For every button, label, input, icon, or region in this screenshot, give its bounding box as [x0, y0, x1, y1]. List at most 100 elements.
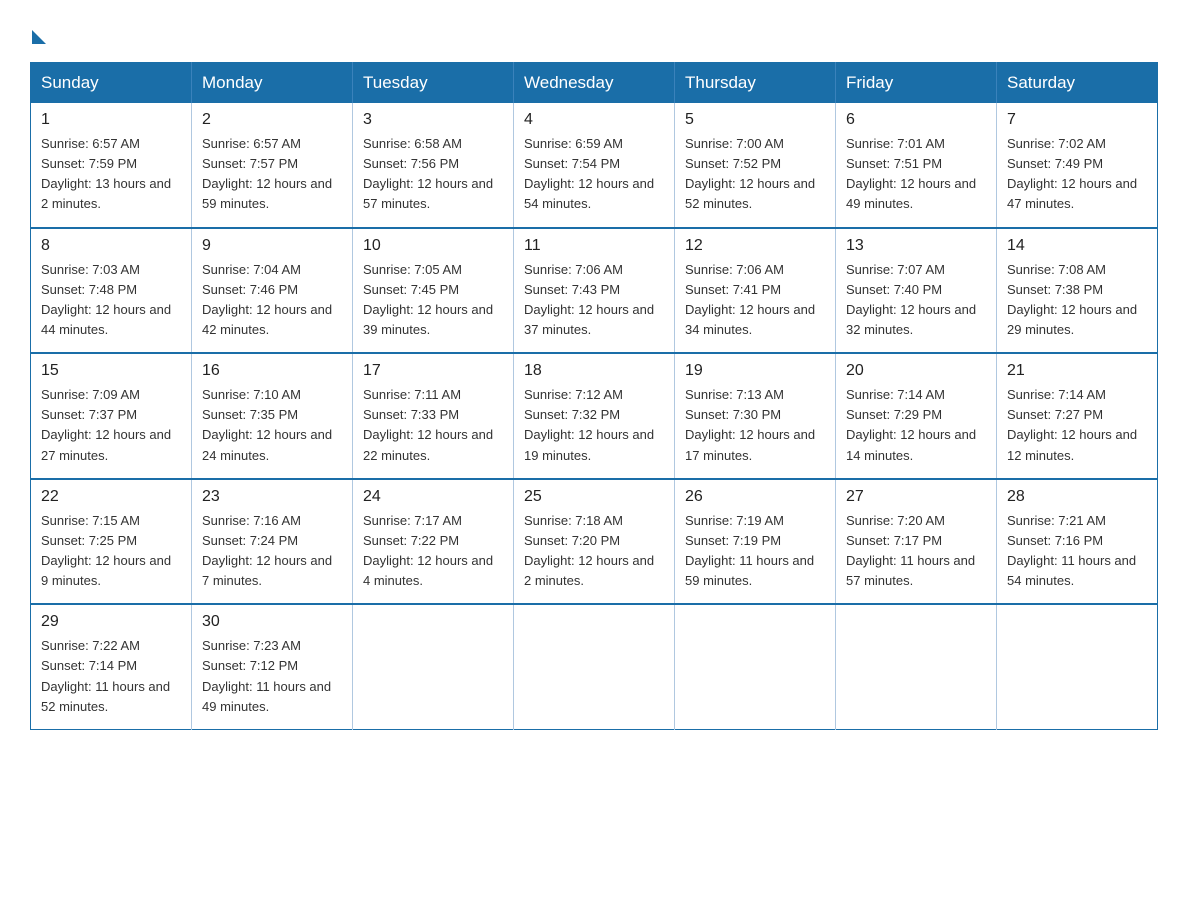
calendar-cell: 21 Sunrise: 7:14 AMSunset: 7:27 PMDaylig… [997, 353, 1158, 479]
calendar-cell: 11 Sunrise: 7:06 AMSunset: 7:43 PMDaylig… [514, 228, 675, 354]
calendar-cell [514, 604, 675, 729]
day-number: 14 [1007, 237, 1147, 255]
calendar-cell: 3 Sunrise: 6:58 AMSunset: 7:56 PMDayligh… [353, 103, 514, 228]
day-info: Sunrise: 7:16 AMSunset: 7:24 PMDaylight:… [202, 511, 342, 592]
day-info: Sunrise: 7:06 AMSunset: 7:43 PMDaylight:… [524, 260, 664, 341]
day-info: Sunrise: 7:18 AMSunset: 7:20 PMDaylight:… [524, 511, 664, 592]
day-number: 9 [202, 237, 342, 255]
day-number: 28 [1007, 488, 1147, 506]
col-header-friday: Friday [836, 63, 997, 104]
calendar-cell: 15 Sunrise: 7:09 AMSunset: 7:37 PMDaylig… [31, 353, 192, 479]
calendar-cell [353, 604, 514, 729]
logo [30, 26, 46, 44]
col-header-saturday: Saturday [997, 63, 1158, 104]
col-header-sunday: Sunday [31, 63, 192, 104]
day-number: 12 [685, 237, 825, 255]
calendar-cell [675, 604, 836, 729]
day-info: Sunrise: 7:09 AMSunset: 7:37 PMDaylight:… [41, 385, 181, 466]
calendar-week-row: 29 Sunrise: 7:22 AMSunset: 7:14 PMDaylig… [31, 604, 1158, 729]
day-info: Sunrise: 7:15 AMSunset: 7:25 PMDaylight:… [41, 511, 181, 592]
day-info: Sunrise: 7:17 AMSunset: 7:22 PMDaylight:… [363, 511, 503, 592]
calendar-cell: 12 Sunrise: 7:06 AMSunset: 7:41 PMDaylig… [675, 228, 836, 354]
calendar-cell: 30 Sunrise: 7:23 AMSunset: 7:12 PMDaylig… [192, 604, 353, 729]
day-number: 16 [202, 362, 342, 380]
col-header-monday: Monday [192, 63, 353, 104]
day-info: Sunrise: 7:19 AMSunset: 7:19 PMDaylight:… [685, 511, 825, 592]
day-info: Sunrise: 7:20 AMSunset: 7:17 PMDaylight:… [846, 511, 986, 592]
day-number: 11 [524, 237, 664, 255]
calendar-cell: 8 Sunrise: 7:03 AMSunset: 7:48 PMDayligh… [31, 228, 192, 354]
day-number: 10 [363, 237, 503, 255]
calendar-cell: 4 Sunrise: 6:59 AMSunset: 7:54 PMDayligh… [514, 103, 675, 228]
calendar-header-row: SundayMondayTuesdayWednesdayThursdayFrid… [31, 63, 1158, 104]
day-info: Sunrise: 7:10 AMSunset: 7:35 PMDaylight:… [202, 385, 342, 466]
day-number: 24 [363, 488, 503, 506]
day-number: 6 [846, 111, 986, 129]
day-number: 20 [846, 362, 986, 380]
col-header-tuesday: Tuesday [353, 63, 514, 104]
calendar-cell: 5 Sunrise: 7:00 AMSunset: 7:52 PMDayligh… [675, 103, 836, 228]
calendar-cell: 23 Sunrise: 7:16 AMSunset: 7:24 PMDaylig… [192, 479, 353, 605]
calendar-cell: 10 Sunrise: 7:05 AMSunset: 7:45 PMDaylig… [353, 228, 514, 354]
day-info: Sunrise: 6:58 AMSunset: 7:56 PMDaylight:… [363, 134, 503, 215]
day-number: 1 [41, 111, 181, 129]
day-info: Sunrise: 6:57 AMSunset: 7:59 PMDaylight:… [41, 134, 181, 215]
day-number: 3 [363, 111, 503, 129]
day-number: 2 [202, 111, 342, 129]
day-number: 5 [685, 111, 825, 129]
day-info: Sunrise: 7:21 AMSunset: 7:16 PMDaylight:… [1007, 511, 1147, 592]
day-number: 8 [41, 237, 181, 255]
day-number: 13 [846, 237, 986, 255]
day-info: Sunrise: 7:00 AMSunset: 7:52 PMDaylight:… [685, 134, 825, 215]
calendar-cell: 28 Sunrise: 7:21 AMSunset: 7:16 PMDaylig… [997, 479, 1158, 605]
day-number: 29 [41, 613, 181, 631]
day-info: Sunrise: 7:07 AMSunset: 7:40 PMDaylight:… [846, 260, 986, 341]
day-info: Sunrise: 7:05 AMSunset: 7:45 PMDaylight:… [363, 260, 503, 341]
calendar-cell: 6 Sunrise: 7:01 AMSunset: 7:51 PMDayligh… [836, 103, 997, 228]
calendar-cell: 25 Sunrise: 7:18 AMSunset: 7:20 PMDaylig… [514, 479, 675, 605]
day-number: 23 [202, 488, 342, 506]
calendar-cell: 2 Sunrise: 6:57 AMSunset: 7:57 PMDayligh… [192, 103, 353, 228]
day-info: Sunrise: 7:12 AMSunset: 7:32 PMDaylight:… [524, 385, 664, 466]
day-info: Sunrise: 7:02 AMSunset: 7:49 PMDaylight:… [1007, 134, 1147, 215]
calendar-cell [997, 604, 1158, 729]
day-number: 21 [1007, 362, 1147, 380]
day-info: Sunrise: 6:57 AMSunset: 7:57 PMDaylight:… [202, 134, 342, 215]
calendar-cell: 9 Sunrise: 7:04 AMSunset: 7:46 PMDayligh… [192, 228, 353, 354]
day-number: 18 [524, 362, 664, 380]
calendar-table: SundayMondayTuesdayWednesdayThursdayFrid… [30, 62, 1158, 730]
calendar-cell: 16 Sunrise: 7:10 AMSunset: 7:35 PMDaylig… [192, 353, 353, 479]
calendar-week-row: 8 Sunrise: 7:03 AMSunset: 7:48 PMDayligh… [31, 228, 1158, 354]
day-number: 26 [685, 488, 825, 506]
day-info: Sunrise: 7:06 AMSunset: 7:41 PMDaylight:… [685, 260, 825, 341]
day-info: Sunrise: 7:14 AMSunset: 7:27 PMDaylight:… [1007, 385, 1147, 466]
day-number: 25 [524, 488, 664, 506]
day-info: Sunrise: 7:03 AMSunset: 7:48 PMDaylight:… [41, 260, 181, 341]
day-info: Sunrise: 7:13 AMSunset: 7:30 PMDaylight:… [685, 385, 825, 466]
calendar-cell: 26 Sunrise: 7:19 AMSunset: 7:19 PMDaylig… [675, 479, 836, 605]
day-info: Sunrise: 7:04 AMSunset: 7:46 PMDaylight:… [202, 260, 342, 341]
calendar-cell [836, 604, 997, 729]
calendar-week-row: 15 Sunrise: 7:09 AMSunset: 7:37 PMDaylig… [31, 353, 1158, 479]
day-info: Sunrise: 7:23 AMSunset: 7:12 PMDaylight:… [202, 636, 342, 717]
calendar-cell: 22 Sunrise: 7:15 AMSunset: 7:25 PMDaylig… [31, 479, 192, 605]
col-header-wednesday: Wednesday [514, 63, 675, 104]
day-info: Sunrise: 7:22 AMSunset: 7:14 PMDaylight:… [41, 636, 181, 717]
day-info: Sunrise: 7:01 AMSunset: 7:51 PMDaylight:… [846, 134, 986, 215]
calendar-week-row: 22 Sunrise: 7:15 AMSunset: 7:25 PMDaylig… [31, 479, 1158, 605]
day-number: 17 [363, 362, 503, 380]
day-number: 19 [685, 362, 825, 380]
day-number: 27 [846, 488, 986, 506]
calendar-cell: 18 Sunrise: 7:12 AMSunset: 7:32 PMDaylig… [514, 353, 675, 479]
day-info: Sunrise: 7:14 AMSunset: 7:29 PMDaylight:… [846, 385, 986, 466]
calendar-cell: 24 Sunrise: 7:17 AMSunset: 7:22 PMDaylig… [353, 479, 514, 605]
calendar-cell: 20 Sunrise: 7:14 AMSunset: 7:29 PMDaylig… [836, 353, 997, 479]
calendar-cell: 14 Sunrise: 7:08 AMSunset: 7:38 PMDaylig… [997, 228, 1158, 354]
day-number: 7 [1007, 111, 1147, 129]
calendar-cell: 17 Sunrise: 7:11 AMSunset: 7:33 PMDaylig… [353, 353, 514, 479]
calendar-cell: 13 Sunrise: 7:07 AMSunset: 7:40 PMDaylig… [836, 228, 997, 354]
day-number: 4 [524, 111, 664, 129]
page-header [30, 20, 1158, 44]
day-info: Sunrise: 6:59 AMSunset: 7:54 PMDaylight:… [524, 134, 664, 215]
day-info: Sunrise: 7:08 AMSunset: 7:38 PMDaylight:… [1007, 260, 1147, 341]
